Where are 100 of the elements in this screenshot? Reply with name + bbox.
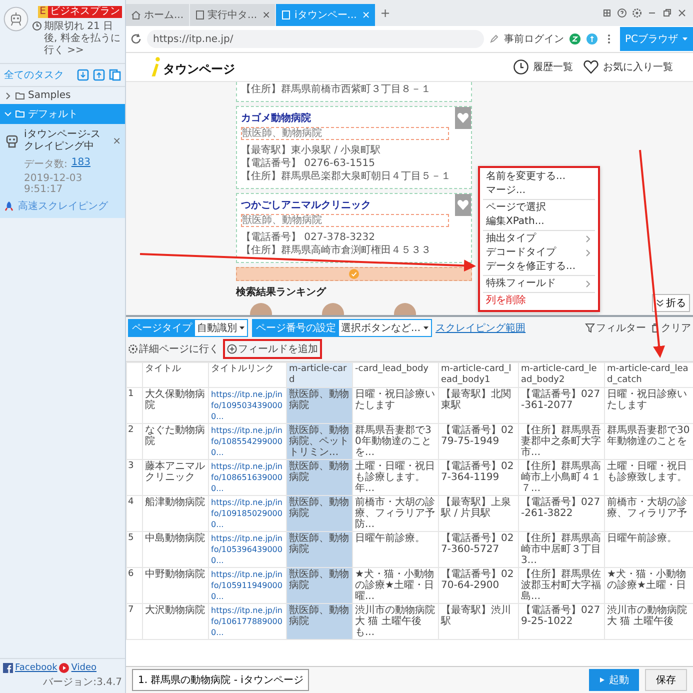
category-text: 獣医師、動物病院 — [241, 127, 449, 140]
column-header[interactable]: m-article-card_lead_catch — [604, 362, 693, 388]
table-cell: 日曜・祝日診療いたします — [604, 388, 693, 424]
card-address-text: 【住所】群馬県前橋市西紫町３丁目８－１ — [241, 84, 432, 96]
header-link[interactable]: お気に入り一覧 — [583, 59, 673, 75]
browser-tab[interactable]: ホーム... — [126, 4, 189, 26]
new-tab-button[interactable]: + — [376, 6, 394, 20]
clock-icon — [32, 21, 42, 31]
table-cell: 前橋市・大胡の診療、フィラリア予防... — [352, 496, 438, 532]
table-cell: 【最寄駅】北関東駅 — [438, 388, 518, 424]
address-field[interactable]: https://itp.ne.jp/ — [147, 30, 484, 48]
table-cell: 群馬県吾妻郡で30年動物達のことを... — [352, 424, 438, 460]
listing-title-link[interactable]: カゴメ動物病院 — [241, 111, 311, 125]
table-cell: 獣医師、動物病院 — [286, 388, 352, 424]
browser-tab[interactable]: 実行中タ... × — [190, 4, 276, 26]
table-cell: 土曜・日曜・祝日も診療致します。 — [604, 460, 693, 496]
menu-item[interactable]: 抽出タイプ — [483, 232, 595, 246]
pre-login-link[interactable]: 事前ログイン — [504, 32, 564, 46]
toolbar-button[interactable]: クリア — [650, 321, 691, 335]
table-cell: なぐた動物病院 — [142, 424, 208, 460]
grid-icon[interactable] — [602, 8, 612, 18]
pencil-icon[interactable] — [488, 34, 499, 44]
reload-icon[interactable] — [130, 33, 142, 45]
field-label: ページ番号の設定 — [253, 320, 339, 336]
check-badge-icon — [349, 269, 359, 279]
dropdown[interactable]: 選択ボタンなど... — [339, 320, 431, 336]
save-button[interactable]: 保存 — [645, 669, 687, 691]
expiry-notice-link[interactable]: 期限切れ 21 日後, 料金を払うに行く >> — [44, 21, 122, 57]
version-label: バージョン:3.4.7 — [43, 676, 122, 689]
dropdown[interactable]: 自動識別 — [195, 320, 247, 336]
table-cell: 中島動物病院 — [142, 532, 208, 568]
column-header[interactable]: m-article-card — [286, 362, 352, 388]
robot-avatar-icon — [3, 6, 29, 32]
page-icon — [281, 10, 292, 20]
menu-item[interactable]: 特殊フィールド — [483, 277, 595, 291]
table-cell: 【住所】群馬県吾妻郡中之条町大字市... — [518, 424, 604, 460]
settings-icon — [128, 344, 138, 354]
extension-icon[interactable] — [568, 33, 581, 45]
extension-icon[interactable] — [586, 33, 598, 45]
table-cell: 大久保動物病院 — [142, 388, 208, 424]
header-link[interactable]: 履歴一覧 — [513, 59, 573, 75]
row-number: 7 — [126, 604, 142, 640]
close-button[interactable]: × — [112, 136, 121, 146]
scraping-scope-link[interactable]: スクレイピング範囲 — [436, 321, 526, 335]
toolbar-button[interactable]: フィルター — [585, 321, 646, 335]
collapse-button[interactable]: 折る — [652, 294, 690, 312]
table-cell: 群馬県吾妻郡で30年動物達のことを — [604, 424, 693, 460]
table-cell: 獣医師、動物病院 — [286, 496, 352, 532]
add-field-button[interactable]: フィールドを追加 — [223, 339, 322, 359]
column-header[interactable]: m-article-card_lead_body2 — [518, 362, 604, 388]
site-logo-text[interactable]: タウンページ — [163, 61, 235, 78]
close-icon[interactable] — [677, 8, 687, 18]
context-menu[interactable]: 名前を変更する... マージ... ページで選択 編集XPath... 抽出タイプ デコードタイプ データを修正する... 特殊フィールド 列を削除 — [478, 166, 600, 312]
page-tab[interactable]: 1. 群馬県の動物病院 - iタウンページ — [132, 669, 310, 691]
page-icon — [194, 10, 205, 20]
copy-icon[interactable] — [109, 69, 121, 81]
footer-link[interactable]: Video — [71, 663, 97, 673]
chevron-icon — [4, 92, 12, 100]
menu-item[interactable]: 列を削除 — [483, 294, 595, 308]
column-header[interactable]: -card_lead_body — [352, 362, 438, 388]
section-heading: 検索結果ランキング — [236, 286, 328, 299]
listing-detail-text: 【電話番号】 0276-63-1515 — [241, 158, 376, 170]
settings-icon[interactable] — [632, 8, 642, 18]
filter-icon — [585, 323, 595, 333]
restore-icon[interactable] — [662, 8, 672, 18]
column-header[interactable]: タイトルリンク — [208, 362, 286, 388]
double-chevron-icon — [656, 299, 664, 307]
task-card[interactable]: iタウンページ-スクレイピング中 × データ数: 183 2019-12-03 9:51:17 高速スクレイピング — [0, 124, 125, 218]
footer-link[interactable]: Facebook — [15, 663, 58, 673]
table-cell: 【住所】群馬県佐波郡玉村町大字福島... — [518, 568, 604, 604]
menu-item[interactable]: データを修正する... — [483, 260, 595, 274]
rocket-icon — [4, 201, 14, 211]
menu-item[interactable]: マージ... — [483, 184, 595, 198]
menu-item[interactable]: ページで選択 — [483, 201, 595, 215]
table-cell: 【住所】群馬県高崎市中居町３丁目3... — [518, 532, 604, 568]
upload-icon[interactable] — [93, 69, 105, 81]
tree-item[interactable]: Samples — [0, 87, 125, 104]
column-header[interactable]: タイトル — [142, 362, 208, 388]
listing-title-link[interactable]: つかごしアニマルクリニック — [241, 198, 371, 212]
table-cell: 【電話番号】027-261-3822 — [518, 496, 604, 532]
menu-item[interactable]: 名前を変更する... — [483, 170, 595, 184]
menu-item[interactable]: デコードタイプ — [483, 246, 595, 260]
table-cell: 獣医師、動物病院 — [286, 460, 352, 496]
clock-icon — [513, 59, 529, 75]
data-count-link[interactable]: 183 — [71, 157, 90, 171]
facebook-icon[interactable] — [3, 663, 13, 673]
help-icon[interactable] — [617, 8, 627, 18]
table-cell: 中野動物病院 — [142, 568, 208, 604]
video-icon[interactable] — [59, 663, 70, 673]
listing-detail-text: 【住所】群馬県高崎市倉渕町権田４５３３ — [241, 245, 432, 257]
caret-icon — [682, 36, 688, 42]
listing-detail-text: 【最寄駅】東小泉駅 / 小泉町駅 — [241, 145, 382, 157]
download-icon[interactable] — [77, 69, 89, 81]
plan-badge: E — [38, 6, 48, 18]
plus-circle-icon — [227, 344, 237, 354]
close-tab-button[interactable]: × — [262, 10, 270, 20]
chevron-icon — [4, 110, 12, 118]
menu-item[interactable]: 編集XPath... — [483, 215, 595, 229]
column-header[interactable]: m-article-card_lead_body1 — [438, 362, 518, 388]
toolbar-button[interactable]: 詳細ページに行く — [128, 342, 219, 356]
